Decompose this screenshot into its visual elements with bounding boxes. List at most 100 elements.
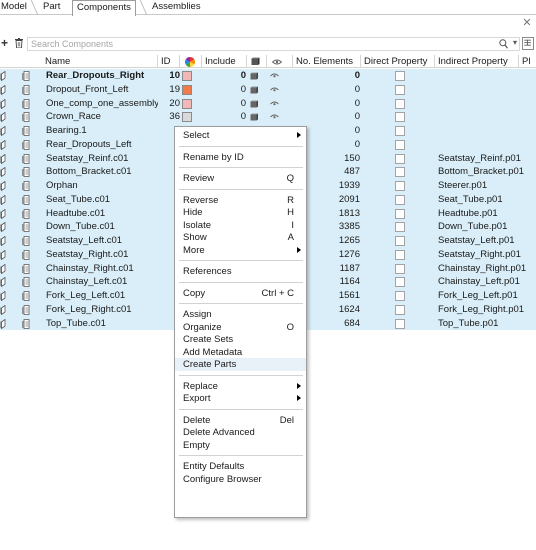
menu-item-review[interactable]: Review Q bbox=[175, 172, 306, 185]
menu-item-empty[interactable]: Empty bbox=[175, 439, 306, 452]
close-icon[interactable]: ✕ bbox=[521, 17, 533, 29]
color-swatch[interactable] bbox=[182, 98, 192, 109]
menu-item-more[interactable]: More bbox=[175, 244, 306, 257]
menu-separator bbox=[179, 281, 303, 283]
direct-property-checkbox[interactable] bbox=[395, 236, 405, 246]
eye-icon[interactable] bbox=[270, 101, 279, 107]
component-icon bbox=[0, 71, 6, 81]
menu-item-show[interactable]: Show A bbox=[175, 231, 306, 244]
menu-item-assign[interactable]: Assign bbox=[175, 308, 306, 321]
table-row[interactable]: One_comp_one_assembly 20 0 0 bbox=[0, 96, 536, 111]
direct-property-checkbox[interactable] bbox=[395, 98, 405, 109]
column-header-eye[interactable] bbox=[267, 55, 293, 68]
column-header-visibility[interactable] bbox=[247, 55, 267, 68]
direct-property-checkbox[interactable] bbox=[395, 208, 405, 219]
menu-item-delete[interactable]: Delete Del bbox=[175, 414, 306, 427]
direct-property-checkbox[interactable] bbox=[395, 84, 405, 95]
tab-assemblies[interactable]: Assemblies bbox=[148, 0, 205, 15]
menu-item-label: Review bbox=[183, 173, 215, 184]
menu-item-shortcut: A bbox=[287, 232, 294, 243]
cube-icon[interactable] bbox=[250, 113, 259, 121]
direct-property-checkbox[interactable] bbox=[395, 318, 405, 329]
column-header-indirect-property[interactable]: Indirect Property bbox=[435, 55, 519, 68]
component-icon bbox=[0, 126, 6, 136]
component-name: Top_Tube.c01 bbox=[46, 317, 106, 329]
menu-item-organize[interactable]: Organize O bbox=[175, 321, 306, 334]
component-name: Chainstay_Right.c01 bbox=[46, 262, 134, 274]
menu-item-delete-advanced[interactable]: Delete Advanced bbox=[175, 426, 306, 439]
menu-item-references[interactable]: References bbox=[175, 265, 306, 278]
table-row[interactable]: Rear_Dropouts_Right 10 0 0 bbox=[0, 69, 536, 83]
menu-item-entity-defaults[interactable]: Entity Defaults bbox=[175, 460, 306, 473]
indirect-property bbox=[438, 83, 536, 97]
search-input[interactable] bbox=[28, 38, 468, 50]
direct-property-checkbox[interactable] bbox=[395, 181, 405, 191]
direct-property-checkbox[interactable] bbox=[395, 153, 405, 164]
direct-property-checkbox[interactable] bbox=[395, 304, 405, 315]
component-icon bbox=[0, 167, 6, 178]
direct-property-checkbox[interactable] bbox=[395, 139, 405, 150]
search-icon[interactable] bbox=[499, 39, 508, 49]
menu-item-reverse[interactable]: Reverse R bbox=[175, 194, 306, 207]
menu-item-label: Organize bbox=[183, 321, 222, 333]
eye-icon[interactable] bbox=[270, 87, 279, 93]
eye-icon[interactable] bbox=[270, 114, 279, 120]
column-header-color[interactable] bbox=[180, 55, 202, 68]
table-row[interactable]: Crown_Race 36 0 0 bbox=[0, 110, 536, 124]
color-swatch[interactable] bbox=[182, 112, 192, 123]
plus-icon[interactable]: + bbox=[1, 36, 8, 50]
tab-model[interactable]: Model bbox=[0, 0, 31, 15]
menu-item-hide[interactable]: Hide H bbox=[175, 206, 306, 219]
component-id: 20 bbox=[169, 97, 180, 109]
chevron-down-icon[interactable]: ▾ bbox=[513, 38, 517, 47]
indirect-property bbox=[438, 138, 536, 152]
component-name: Seatstay_Reinf.c01 bbox=[46, 152, 129, 164]
menu-separator bbox=[179, 408, 303, 410]
direct-property-checkbox[interactable] bbox=[395, 263, 405, 274]
menu-item-create-parts[interactable]: Create Parts bbox=[175, 358, 306, 371]
menu-item-configure-browser[interactable]: Configure Browser bbox=[175, 473, 306, 486]
menu-item-add-metadata[interactable]: Add Metadata bbox=[175, 346, 306, 359]
menu-item-replace[interactable]: Replace bbox=[175, 380, 306, 393]
direct-property-checkbox[interactable] bbox=[395, 249, 405, 260]
part-icon bbox=[22, 181, 30, 191]
eye-icon[interactable] bbox=[270, 73, 279, 79]
direct-property-checkbox[interactable] bbox=[395, 277, 405, 288]
cube-icon[interactable] bbox=[250, 72, 259, 80]
menu-item-label: Empty bbox=[183, 439, 210, 451]
direct-property-checkbox[interactable] bbox=[395, 112, 405, 123]
color-swatch[interactable] bbox=[182, 84, 192, 95]
columns-icon[interactable] bbox=[522, 37, 534, 50]
menu-item-create-sets[interactable]: Create Sets bbox=[175, 333, 306, 346]
element-count: 0 bbox=[354, 97, 360, 109]
direct-property-checkbox[interactable] bbox=[395, 71, 405, 81]
table-row[interactable]: Dropout_Front_Left 19 0 0 bbox=[0, 82, 536, 97]
direct-property-checkbox[interactable] bbox=[395, 167, 405, 178]
direct-property-checkbox[interactable] bbox=[395, 194, 405, 205]
indirect-property: Down_Tube.p01 bbox=[438, 221, 508, 233]
menu-item-copy[interactable]: Copy Ctrl + C bbox=[175, 287, 306, 300]
tab-components[interactable]: Components bbox=[72, 0, 136, 16]
trash-icon[interactable] bbox=[15, 38, 23, 48]
direct-property-checkbox[interactable] bbox=[395, 126, 405, 136]
color-swatch[interactable] bbox=[182, 71, 192, 81]
cube-icon[interactable] bbox=[250, 100, 259, 108]
menu-item-select[interactable]: Select bbox=[175, 129, 306, 142]
column-header-elements[interactable]: No. Elements bbox=[293, 55, 361, 68]
column-header-pl[interactable]: Pl bbox=[519, 55, 536, 68]
cube-icon[interactable] bbox=[250, 86, 259, 94]
tab-part[interactable]: Part bbox=[39, 0, 64, 15]
column-header-direct-property[interactable]: Direct Property bbox=[361, 55, 435, 68]
column-header-id[interactable]: ID bbox=[158, 55, 180, 68]
column-header-include[interactable]: Include bbox=[202, 55, 247, 68]
menu-item-export[interactable]: Export bbox=[175, 392, 306, 405]
part-icon bbox=[22, 249, 30, 260]
direct-property-checkbox[interactable] bbox=[395, 222, 405, 233]
menu-item-isolate[interactable]: Isolate I bbox=[175, 219, 306, 232]
menu-item-shortcut: I bbox=[291, 219, 294, 231]
column-header-name[interactable]: Name bbox=[42, 55, 158, 68]
include-value: 0 bbox=[240, 70, 246, 81]
menu-item-rename-by-id[interactable]: Rename by ID bbox=[175, 151, 306, 164]
direct-property-checkbox[interactable] bbox=[395, 291, 405, 301]
submenu-arrow-icon bbox=[297, 382, 301, 389]
